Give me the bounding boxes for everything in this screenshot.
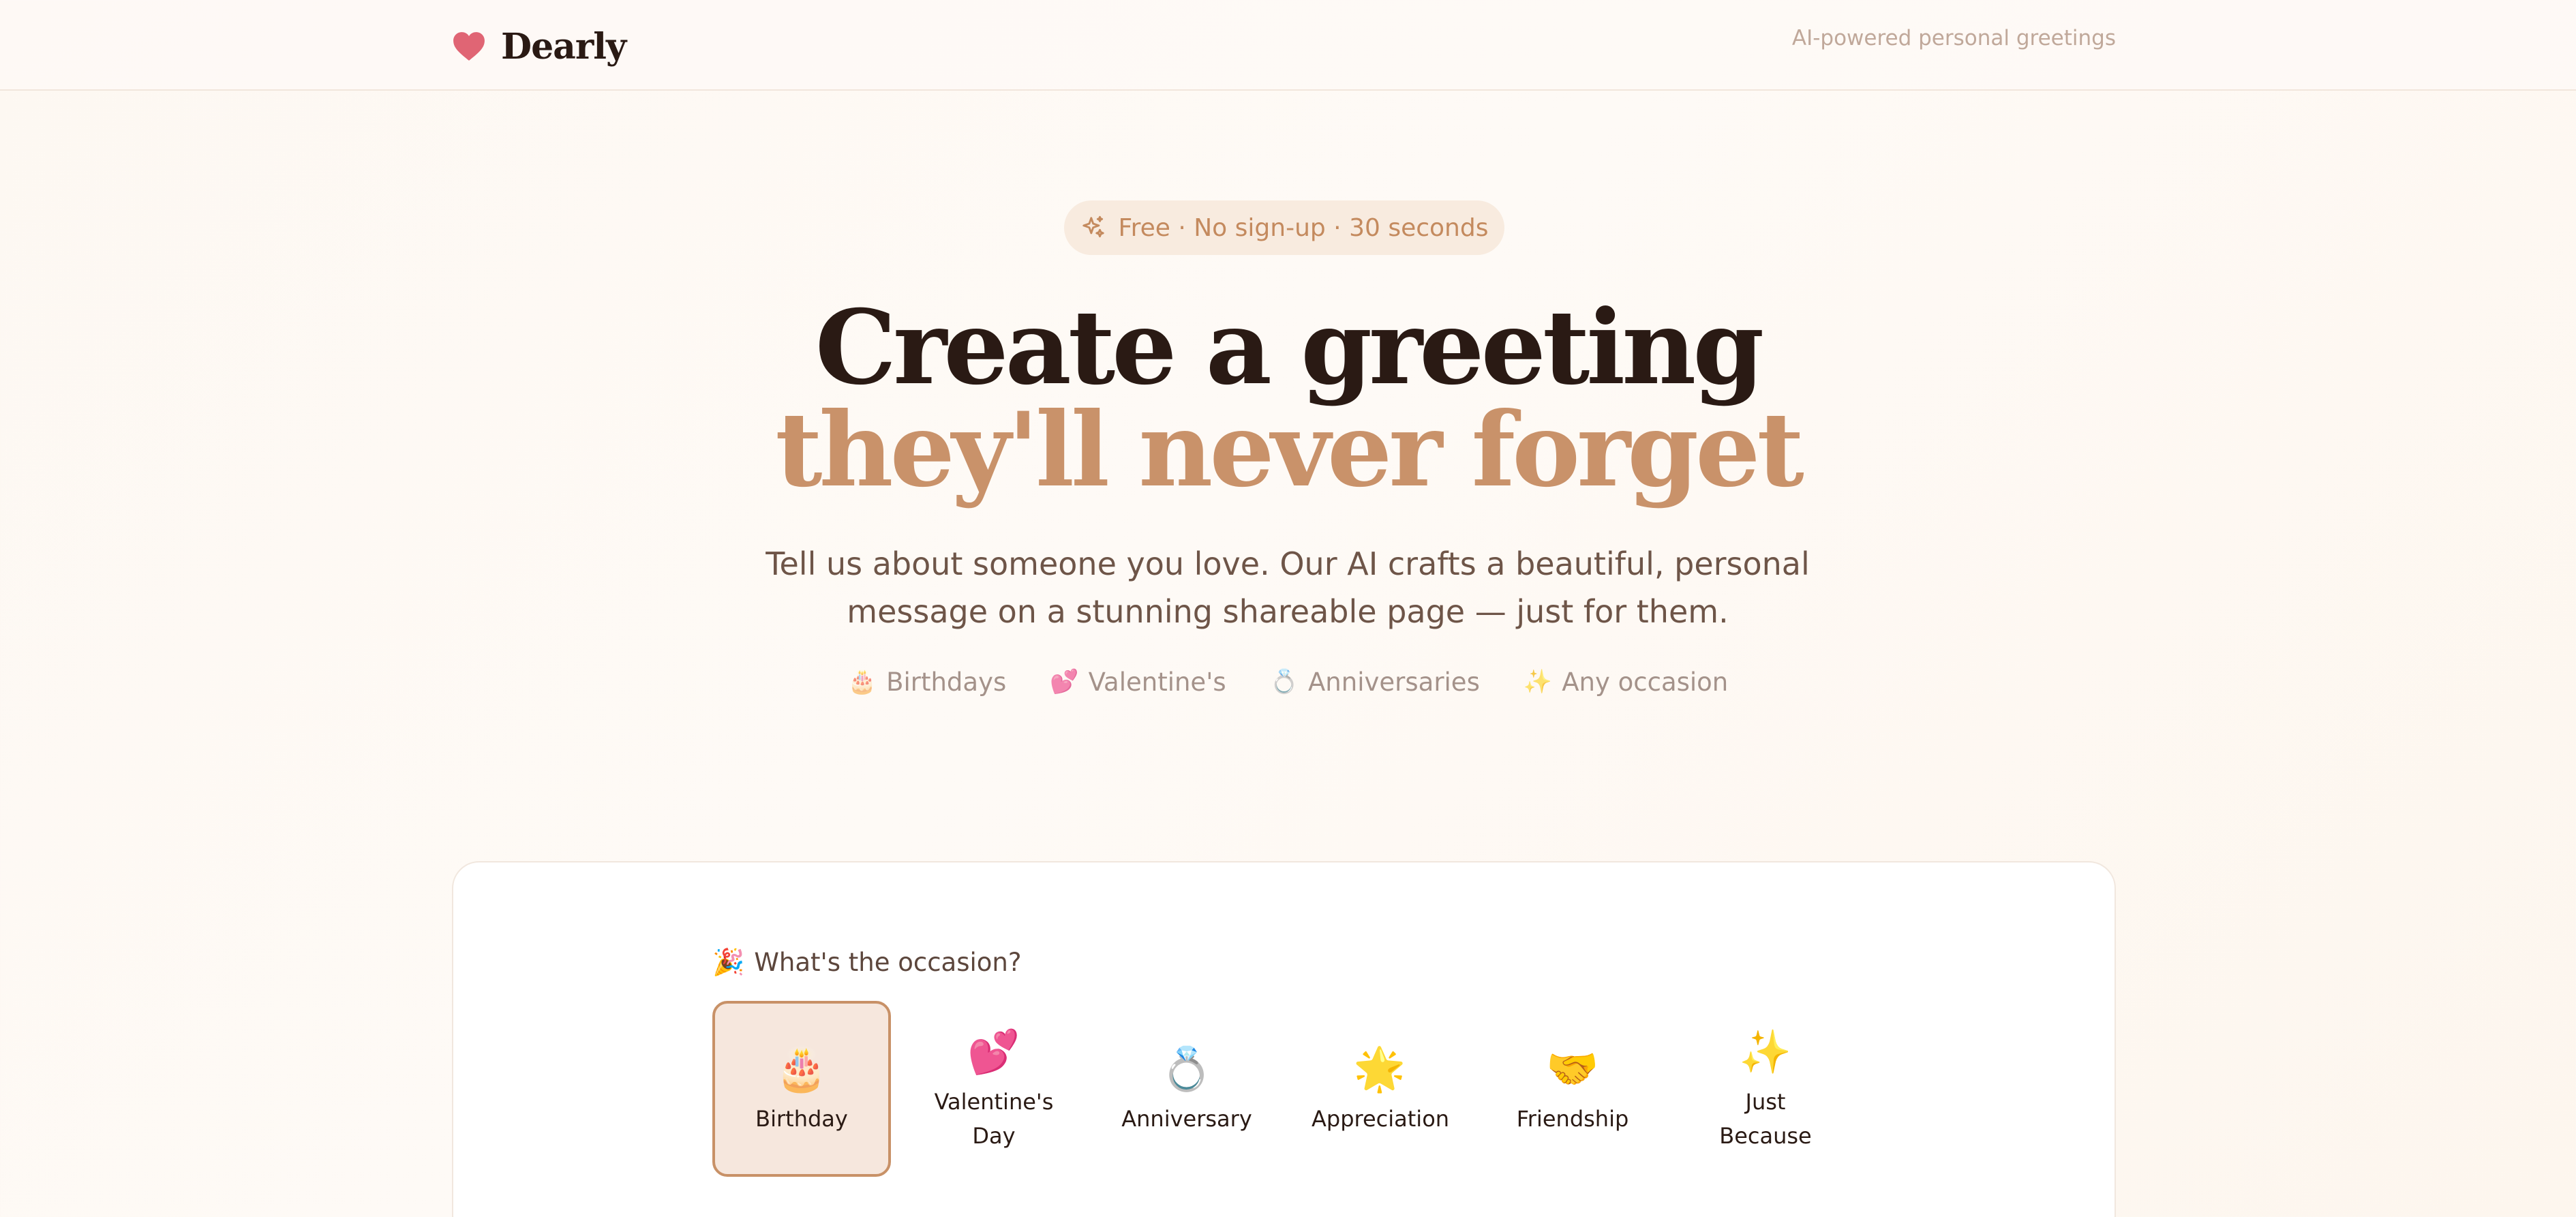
occasion-option-valentines-day[interactable]: 💕 Valentine's Day <box>905 1001 1083 1177</box>
occasion-option-birthday[interactable]: 🎂 Birthday <box>712 1001 891 1177</box>
tag-label: Any occasion <box>1562 667 1729 697</box>
sparkles-icon: ✨ <box>1739 1027 1792 1077</box>
occasion-option-label: Friendship <box>1516 1106 1629 1132</box>
greeting-form-card <box>452 861 2116 1217</box>
tag-label: Birthdays <box>886 667 1007 697</box>
tag-label: Valentine's <box>1088 667 1226 697</box>
cake-icon: 🎂 <box>775 1044 828 1094</box>
occasion-option-appreciation[interactable]: 🌟 Appreciation <box>1290 1001 1469 1177</box>
top-header: Dearly AI-powered personal greetings <box>0 0 2576 91</box>
tag-anniversaries: 💍 Anniversaries <box>1270 663 1480 701</box>
party-popper-icon: 🎉 <box>712 946 745 977</box>
sparkles-icon: ✨ <box>1523 668 1553 695</box>
occasion-option-label: Appreciation <box>1312 1106 1450 1132</box>
logo-text: Dearly <box>501 25 626 67</box>
occasion-prompt: 🎉 What's the occasion? <box>712 945 1022 979</box>
feature-pill: Free · No sign-up · 30 seconds <box>1064 200 1504 255</box>
header-tagline: AI-powered personal greetings <box>1791 26 2116 50</box>
headline-line-2: they'll never forget <box>775 390 1804 510</box>
handshake-icon: 🤝 <box>1546 1044 1599 1094</box>
tag-any-occasion: ✨ Any occasion <box>1524 663 1728 701</box>
logo[interactable]: Dearly <box>452 19 626 74</box>
occasion-option-label: Valentine's Day <box>934 1089 1054 1149</box>
occasion-option-friendship[interactable]: 🤝 Friendship <box>1483 1001 1662 1177</box>
star-icon: 🌟 <box>1353 1044 1406 1094</box>
cake-icon: 🎂 <box>847 668 877 695</box>
hero-subtitle: Tell us about someone you love. Our AI c… <box>766 545 1810 630</box>
ring-icon: 💍 <box>1269 668 1299 695</box>
occasion-option-label: Birthday <box>755 1106 848 1132</box>
occasion-option-label: Anniversary <box>1121 1106 1252 1132</box>
headline-line-1: Create a greeting <box>815 288 1764 408</box>
occasion-option-label: Just Because <box>1719 1089 1812 1149</box>
occasion-tags: 🎂 Birthdays 💕 Valentine's 💍 Anniversarie… <box>0 663 2576 701</box>
occasion-option-just-because[interactable]: ✨ Just Because <box>1676 1001 1855 1177</box>
occasion-prompt-text: What's the occasion? <box>754 947 1022 977</box>
ring-icon: 💍 <box>1160 1044 1213 1094</box>
two-hearts-icon: 💕 <box>1050 668 1079 695</box>
tag-valentines: 💕 Valentine's <box>1050 663 1226 701</box>
feature-pill-text: Free · No sign-up · 30 seconds <box>1118 213 1489 242</box>
sparkle-icon <box>1082 215 1104 238</box>
occasion-option-anniversary[interactable]: 💍 Anniversary <box>1097 1001 1276 1177</box>
tag-birthdays: 🎂 Birthdays <box>848 663 1007 701</box>
tag-label: Anniversaries <box>1308 667 1480 697</box>
two-hearts-icon: 💕 <box>967 1027 1020 1077</box>
heart-icon <box>453 32 485 61</box>
